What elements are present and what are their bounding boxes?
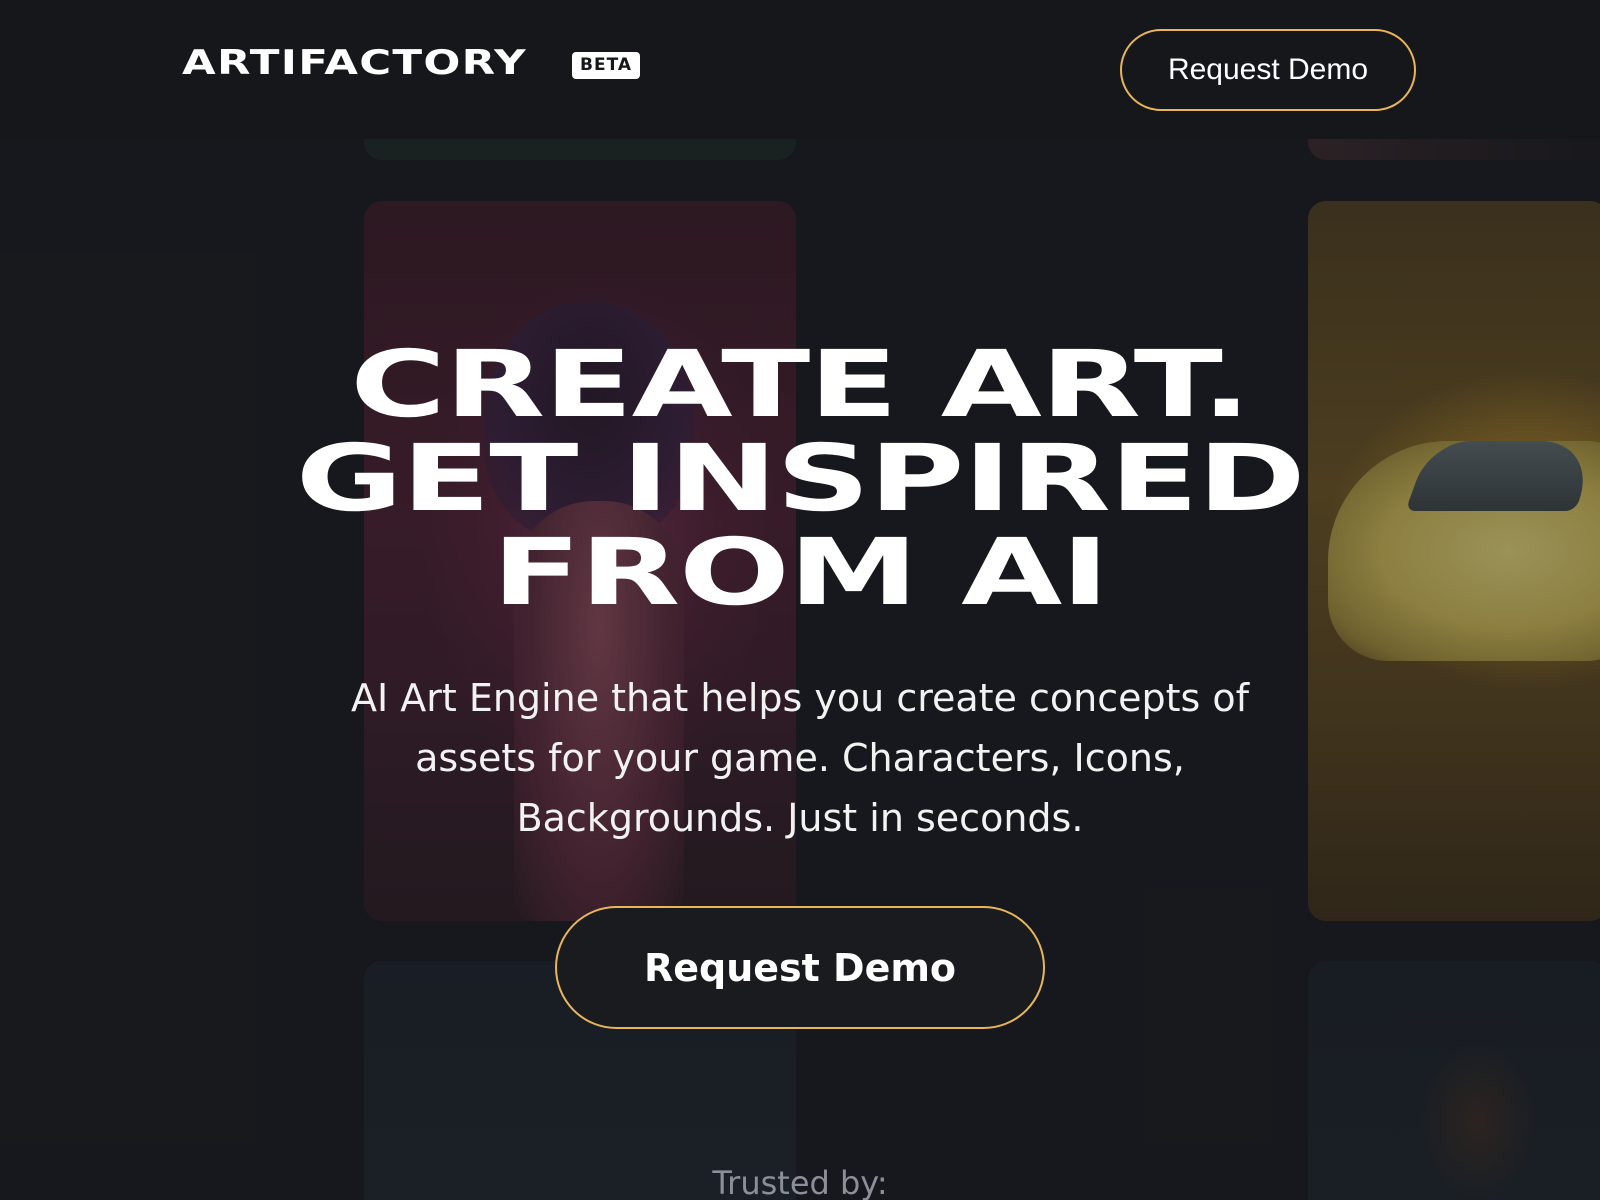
logo-wordmark: ARTIFACTORY	[182, 43, 527, 83]
top-header: ARTIFACTORY BETA Request Demo	[0, 0, 1600, 139]
hero-subtitle: AI Art Engine that helps you create conc…	[350, 676, 1250, 840]
hero-title: CREATE ART. GET INSPIRED FROM AI	[100, 338, 1500, 620]
brand-logo[interactable]: ARTIFACTORY BETA	[182, 46, 641, 80]
hero-title-line-1: CREATE ART.	[350, 331, 1251, 438]
hero-title-line-3: FROM AI	[491, 519, 1110, 626]
beta-badge: BETA	[572, 52, 641, 79]
hero-request-demo-button[interactable]: Request Demo	[555, 906, 1045, 1029]
trusted-by-label: Trusted by:	[712, 1164, 888, 1200]
hero-title-line-2: GET INSPIRED	[295, 425, 1306, 532]
header-request-demo-button[interactable]: Request Demo	[1120, 29, 1416, 111]
